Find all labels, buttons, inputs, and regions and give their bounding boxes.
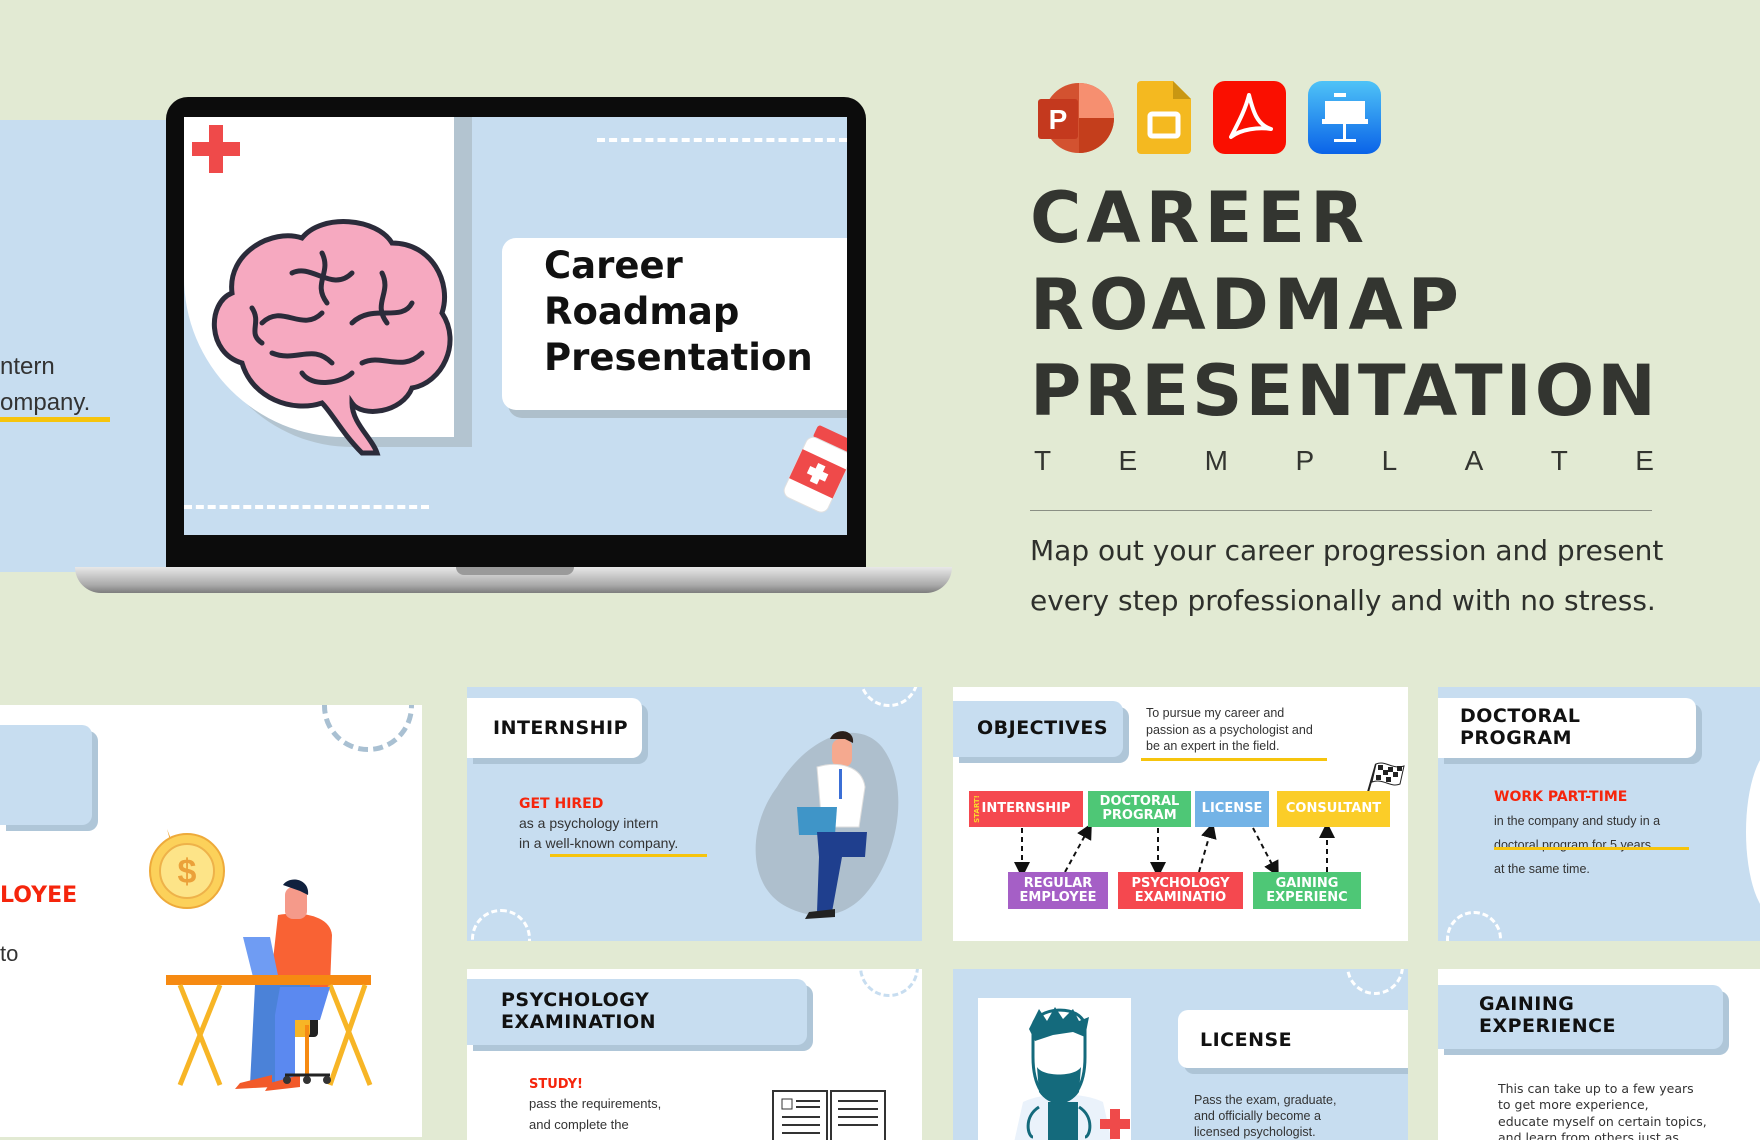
left-partial-slide: ntern ompany.	[0, 120, 170, 572]
slide-body-line: This can take up to a few years	[1498, 1081, 1694, 1096]
step-regular-employee: REGULAR EMPLOYEE	[1008, 872, 1108, 909]
subtitle-letter: T	[1034, 445, 1052, 476]
slide-body-line: at the same time.	[1494, 862, 1590, 876]
slide-body-line: and learn from others just as	[1498, 1129, 1679, 1140]
slide-regular-employee[interactable]: LOYEE to $	[0, 705, 422, 1137]
laptop-notch	[456, 567, 574, 575]
slide-title-line: PSYCHOLOGY	[501, 989, 650, 1011]
step-internship: INTERNSHIP	[969, 791, 1083, 827]
slide-body: to	[0, 941, 19, 966]
underline	[1494, 847, 1689, 850]
slide-body-line: as a psychology intern	[519, 815, 659, 831]
dashed-line	[184, 505, 429, 509]
hero-subtitle: T E M P L A T E	[1034, 445, 1654, 477]
slide-body-line: licensed psychologist.	[1194, 1125, 1316, 1139]
google-slides-icon	[1137, 81, 1191, 154]
slide-title-line: GAINING	[1479, 993, 1575, 1015]
slide-objectives[interactable]: OBJECTIVES To pursue my career and passi…	[953, 687, 1408, 941]
step-license: LICENSE	[1195, 791, 1269, 827]
slide-internship[interactable]: INTERNSHIP GET HIRED as a psychology int…	[467, 687, 922, 941]
subtitle-letter: E	[1635, 445, 1654, 476]
slide-title-line: DOCTORAL	[1460, 705, 1581, 727]
slide-body-line: to get more experience,	[1498, 1097, 1649, 1113]
hero-description: Map out your career progression and pres…	[1030, 526, 1663, 626]
step-label: DOCTORAL PROGRAM	[1099, 794, 1180, 823]
slide-title-line: EXPERIENCE	[1479, 1015, 1617, 1037]
slide-title-line: EXAMINATION	[501, 1011, 657, 1033]
slide-psychology-examination[interactable]: PSYCHOLOGY EXAMINATION STUDY! pass the r…	[467, 969, 922, 1140]
underline	[550, 854, 707, 857]
subtitle-letter: L	[1381, 445, 1398, 476]
slide-body-line: in a well-known company.	[519, 835, 679, 851]
slide-body-line: doctoral program for 5 years	[1494, 838, 1652, 852]
dashed-arc	[471, 909, 531, 941]
slide-title-line: PROGRAM	[1460, 727, 1573, 749]
partial-text-line: ntern	[0, 353, 55, 380]
slide-title: INTERNSHIP	[493, 717, 629, 739]
screen-title-line: Career	[544, 244, 683, 287]
dashed-arc	[322, 705, 414, 752]
step-gaining-experience: GAINING EXPERIENC	[1253, 872, 1361, 909]
hero-title-line: CAREER	[1030, 177, 1369, 259]
slide-highlight: GET HIRED	[519, 796, 604, 812]
dashed-line	[597, 138, 847, 142]
pill-bottle-icon	[783, 425, 847, 513]
step-consultant: CONSULTANT	[1277, 791, 1390, 827]
red-cross-icon	[192, 125, 240, 173]
slide-doctoral-program[interactable]: DOCTORAL PROGRAM WORK PART-TIME in the c…	[1438, 687, 1760, 941]
open-book-icon	[772, 1090, 886, 1140]
description-line: Map out your career progression and pres…	[1030, 534, 1664, 567]
person-with-laptop-illustration	[755, 731, 899, 919]
slide-heading: LOYEE	[0, 883, 78, 908]
slide-body-line: in the company and study in a	[1494, 814, 1661, 828]
subtitle-letter: A	[1464, 445, 1484, 476]
keynote-icon	[1308, 81, 1381, 154]
slide-highlight: WORK PART-TIME	[1494, 789, 1628, 805]
dashed-arc	[859, 969, 919, 997]
start-label: START!	[972, 795, 981, 823]
step-label: LICENSE	[1201, 801, 1263, 816]
subtitle-letter: T	[1550, 445, 1568, 476]
step-label: CONSULTANT	[1285, 801, 1382, 816]
person-at-desk-illustration	[166, 879, 373, 1091]
adobe-acrobat-icon	[1213, 81, 1286, 154]
slide-body-line: Pass the exam, graduate,	[1194, 1093, 1337, 1107]
slide-body-line: and complete the	[529, 1117, 629, 1132]
step-label: REGULAR EMPLOYEE	[1019, 875, 1097, 905]
step-psychology-examination: PSYCHOLOGY EXAMINATIO	[1118, 872, 1243, 909]
hero-title-line: ROADMAP	[1030, 264, 1464, 346]
partial-text-line: ompany.	[0, 389, 91, 416]
svg-text:P: P	[1049, 104, 1068, 135]
description-line: every step professionally and with no st…	[1030, 584, 1656, 617]
slide-highlight: STUDY!	[529, 1077, 583, 1092]
slide-body-line: pass the requirements,	[529, 1096, 662, 1111]
step-label: INTERNSHIP	[981, 801, 1071, 816]
step-doctoral-program: DOCTORAL PROGRAM	[1088, 791, 1191, 827]
slide-title: LICENSE	[1200, 1029, 1293, 1051]
divider	[1030, 510, 1652, 511]
red-cross-icon	[1100, 1109, 1130, 1139]
step-label: GAINING EXPERIENC	[1266, 875, 1348, 905]
slide-gaining-experience[interactable]: GAINING EXPERIENCE This can take up to a…	[1438, 969, 1760, 1140]
dashed-arc	[859, 687, 919, 707]
screen-title-line: Roadmap	[544, 290, 740, 333]
step-label: PSYCHOLOGY EXAMINATIO	[1131, 875, 1230, 905]
laptop-screen: Career Roadmap Presentation	[184, 117, 847, 535]
slide-body-line: educate myself on certain topics,	[1498, 1113, 1707, 1129]
dashed-arc	[1446, 911, 1502, 941]
hero-title-line: PRESENTATION	[1030, 350, 1659, 432]
subtitle-letter: E	[1118, 445, 1138, 476]
subtitle-letter: P	[1295, 445, 1315, 476]
subtitle-letter: M	[1204, 445, 1228, 476]
underline	[0, 417, 110, 422]
dashed-arc	[1346, 969, 1404, 995]
slide-license[interactable]: LICENSE Pass the exam, graduate, and off…	[953, 969, 1408, 1140]
powerpoint-icon: P	[1038, 83, 1114, 153]
screen-title-line: Presentation	[544, 336, 813, 379]
brain-illustration	[211, 219, 453, 456]
slide-body-line: and officially become a	[1194, 1109, 1321, 1123]
